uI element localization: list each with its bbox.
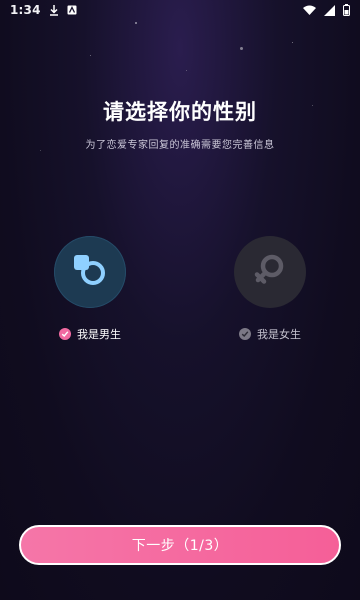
male-label-text: 我是男生	[77, 328, 121, 341]
app-notification-icon	[67, 5, 77, 15]
female-icon	[250, 250, 290, 294]
status-time: 1:34	[10, 3, 41, 17]
battery-icon	[343, 4, 350, 16]
male-avatar[interactable]	[54, 236, 126, 308]
male-option[interactable]: 我是男生	[35, 236, 145, 342]
page-subtitle: 为了恋爱专家回复的准确需要您完善信息	[85, 140, 275, 151]
page-title: 请选择你的性别	[103, 100, 257, 124]
check-icon	[239, 328, 251, 340]
female-option[interactable]: 我是女生	[215, 236, 325, 342]
next-step-label: 下一步（1/3）	[131, 538, 229, 554]
next-step-button[interactable]: 下一步（1/3）	[19, 525, 341, 565]
female-avatar[interactable]	[234, 236, 306, 308]
female-label-text: 我是女生	[257, 328, 301, 341]
male-icon	[70, 250, 110, 294]
check-icon	[59, 328, 71, 340]
download-icon	[49, 4, 59, 16]
male-option-label[interactable]: 我是男生	[59, 326, 121, 342]
status-bar: 1:34	[0, 0, 360, 20]
female-option-label[interactable]: 我是女生	[239, 326, 301, 342]
signal-icon	[324, 4, 335, 16]
wifi-icon	[303, 5, 316, 15]
